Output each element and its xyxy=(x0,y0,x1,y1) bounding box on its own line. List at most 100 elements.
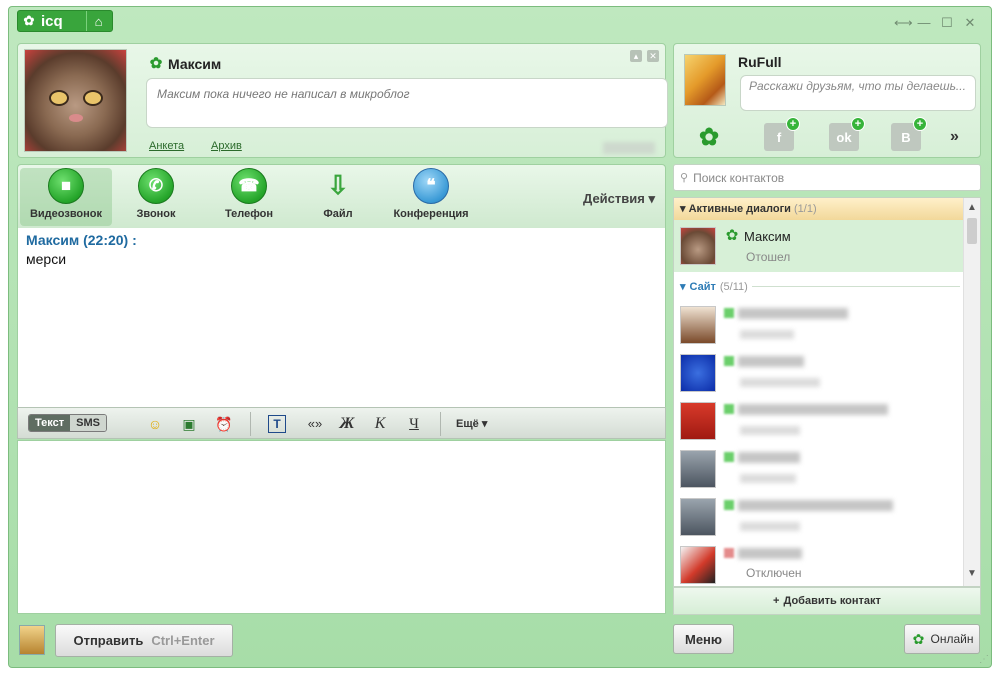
chat-bubbles-icon: ❝ xyxy=(413,168,449,204)
status-message-input[interactable]: Расскажи друзьям, что ты делаешь... xyxy=(740,75,976,111)
microblog-text: Максим пока ничего не написал в микробло… xyxy=(146,78,668,128)
chevron-down-icon: ▾ xyxy=(481,418,488,430)
actions-dropdown[interactable]: Действия ▾ xyxy=(583,191,655,207)
status-offline-icon xyxy=(724,548,734,558)
contact-search[interactable]: ⚲ Поиск контактов xyxy=(673,164,981,191)
conference-button[interactable]: ❝ Конференция xyxy=(382,168,480,220)
icq-logo-button[interactable]: ✿ icq ⌂ xyxy=(17,10,113,32)
contact-avatar xyxy=(680,227,716,265)
status-button[interactable]: ✿ Онлайн xyxy=(904,624,980,654)
translit-icon[interactable]: T xyxy=(268,415,286,433)
odnoklassniki-add-icon[interactable]: ok + xyxy=(829,117,865,151)
status-label: Онлайн xyxy=(930,632,974,646)
contact-avatar[interactable] xyxy=(24,49,127,152)
more-label: Ещё xyxy=(456,418,479,430)
message-header: Максим (22:20) : xyxy=(26,232,137,248)
file-label: Файл xyxy=(323,208,353,220)
blurred-name xyxy=(738,404,888,415)
send-button[interactable]: Отправить Ctrl+Enter xyxy=(55,624,233,657)
own-avatar[interactable] xyxy=(684,54,726,106)
mode-sms-tab[interactable]: SMS xyxy=(70,415,106,431)
chevron-down-icon: ▾ xyxy=(648,191,655,206)
blurred-status xyxy=(740,330,794,339)
contact-row[interactable] xyxy=(674,302,964,350)
contact-name: ✿ Максим xyxy=(148,55,222,73)
phone-button[interactable]: ☎ Телефон xyxy=(214,168,284,220)
underline-button[interactable]: Ч xyxy=(404,414,424,434)
contact-row-active[interactable]: ✿ Максим Отошел xyxy=(674,220,964,272)
close-tab-icon[interactable]: ✕ xyxy=(647,50,659,62)
file-button[interactable]: ⇩ Файл xyxy=(313,168,363,220)
status-online-icon xyxy=(724,500,734,510)
blurred-name xyxy=(738,308,848,319)
facebook-letter: f xyxy=(776,129,782,145)
search-icon: ⚲ xyxy=(680,172,689,184)
blurred-name xyxy=(738,356,804,367)
collapse-icon[interactable]: ▴ xyxy=(630,50,642,62)
add-contact-label: Добавить контакт xyxy=(783,595,881,607)
icq-service-icon[interactable]: ✿ xyxy=(694,123,724,151)
compact-mode-icon[interactable]: ⟷ xyxy=(894,15,913,31)
actions-label: Действия xyxy=(583,191,645,206)
plus-icon: + xyxy=(913,117,927,131)
facebook-add-icon[interactable]: f + xyxy=(764,117,800,151)
smiley-icon[interactable]: ☺ xyxy=(145,414,165,434)
profile-header: RuFull Расскажи друзьям, что ты делаешь.… xyxy=(673,43,981,158)
video-call-label: Видеозвонок xyxy=(29,208,103,220)
avatar-nose xyxy=(69,114,83,122)
icq-window: ✿ icq ⌂ ⟷ — ☐ ✕ ✿ Максим Максим пока нич… xyxy=(8,6,992,668)
alarm-clock-icon[interactable]: ⏰ xyxy=(214,414,234,434)
scroll-down-icon[interactable]: ▼ xyxy=(964,568,980,582)
vkontakte-add-icon[interactable]: B + xyxy=(891,117,927,151)
italic-button[interactable]: К xyxy=(370,414,390,434)
contact-row[interactable]: Отключен xyxy=(674,542,964,586)
blurred-name xyxy=(738,548,802,559)
scroll-thumb[interactable] xyxy=(967,218,977,244)
own-name: RuFull xyxy=(738,54,782,70)
plus-icon: + xyxy=(786,117,800,131)
more-services-icon[interactable]: » xyxy=(950,128,959,146)
scroll-up-icon[interactable]: ▲ xyxy=(964,202,980,216)
group-site[interactable]: ▾ Сайт (5/11) xyxy=(680,280,960,293)
profile-link[interactable]: Анкета xyxy=(149,140,184,152)
contact-status-active: Отошел xyxy=(746,250,791,264)
send-hotkey: Ctrl+Enter xyxy=(151,633,215,648)
contact-row[interactable] xyxy=(674,350,964,398)
contact-avatar xyxy=(680,402,716,440)
status-online-icon xyxy=(724,452,734,462)
conversation-header: ✿ Максим Максим пока ничего не написал в… xyxy=(17,43,668,158)
separator xyxy=(250,412,251,436)
blurred-info xyxy=(603,142,655,154)
contact-avatar xyxy=(680,450,716,488)
resize-grip-icon[interactable]: ⋰ xyxy=(979,654,989,665)
call-button[interactable]: ✆ Звонок xyxy=(128,168,184,220)
add-contact-button[interactable]: + Добавить контакт xyxy=(673,587,981,615)
minimize-icon[interactable]: — xyxy=(917,15,931,31)
maximize-icon[interactable]: ☐ xyxy=(940,15,954,31)
icq-flower-icon: ✿ xyxy=(23,13,35,28)
vkontakte-letter: B xyxy=(901,129,911,145)
menu-button[interactable]: Меню xyxy=(673,624,734,654)
contact-row[interactable] xyxy=(674,446,964,494)
contact-list: ▾ Активные диалоги (1/1) ✿ Максим Отошел… xyxy=(673,197,981,587)
message-input[interactable] xyxy=(17,440,666,614)
contact-row[interactable] xyxy=(674,494,964,542)
group-active-dialogs[interactable]: ▾ Активные диалоги (1/1) xyxy=(674,198,964,220)
video-call-button[interactable]: ■ Видеозвонок xyxy=(20,168,112,226)
message-text: мерси xyxy=(26,251,67,267)
home-icon[interactable]: ⌂ xyxy=(86,11,110,31)
close-icon[interactable]: ✕ xyxy=(963,15,977,31)
contact-list-scrollbar[interactable]: ▲ ▼ xyxy=(963,198,980,586)
blurred-status xyxy=(740,522,800,531)
own-avatar-small[interactable] xyxy=(19,625,45,655)
bold-button[interactable]: Ж xyxy=(337,414,357,434)
status-away-icon: ✿ xyxy=(149,55,163,72)
handset-icon: ✆ xyxy=(138,168,174,204)
quote-button[interactable]: «» xyxy=(301,414,329,434)
more-dropdown[interactable]: Ещё ▾ xyxy=(456,417,487,430)
status-online-icon xyxy=(724,308,734,318)
tv-icon[interactable]: ▣ xyxy=(179,414,199,434)
archive-link[interactable]: Архив xyxy=(211,140,242,152)
contact-row[interactable] xyxy=(674,398,964,446)
mode-text-tab[interactable]: Текст xyxy=(29,415,71,431)
